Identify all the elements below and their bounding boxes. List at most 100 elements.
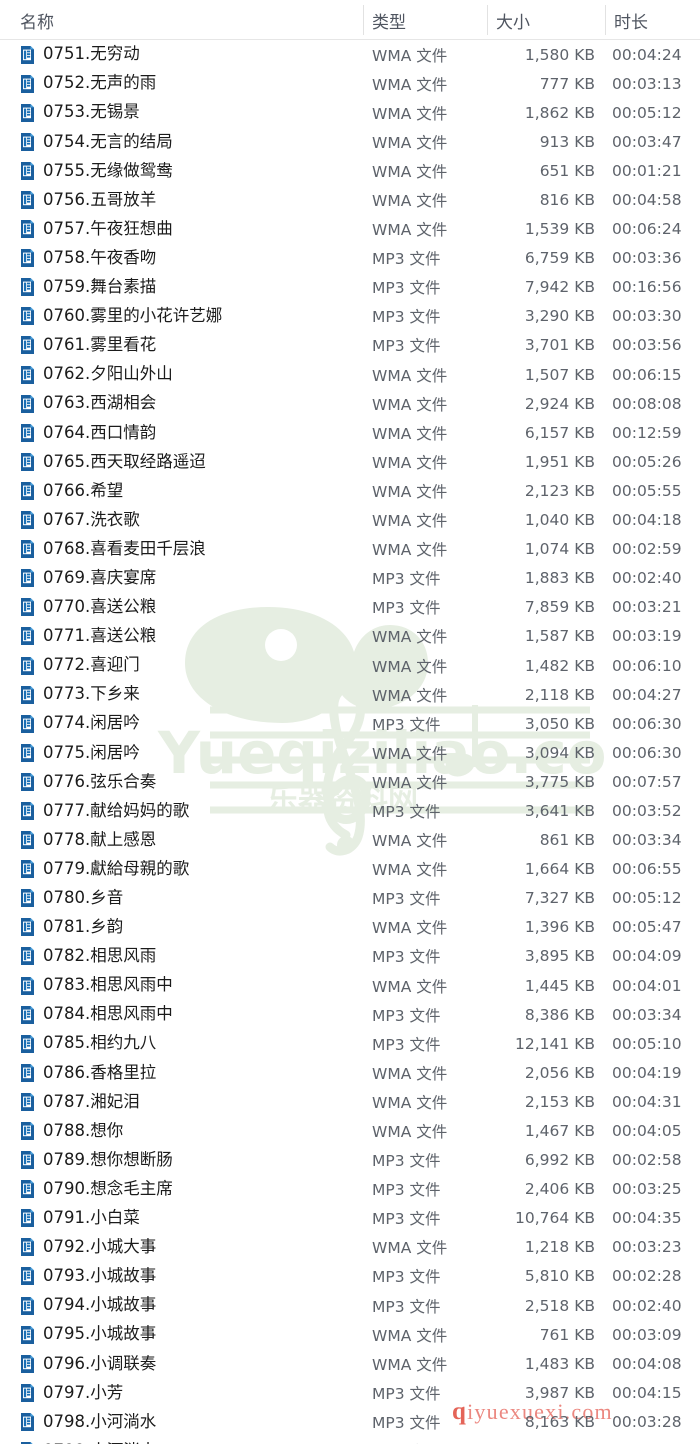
file-name-cell[interactable]: 0767.洗衣歌 bbox=[20, 506, 140, 535]
file-name-cell[interactable]: 0763.西湖相会 bbox=[20, 389, 156, 418]
table-row[interactable]: 0755.无缘做鸳鸯 WMA 文件 651 KB 00:01:21 bbox=[0, 156, 700, 185]
table-row[interactable]: 0751.无穷动 WMA 文件 1,580 KB 00:04:24 bbox=[0, 40, 700, 69]
table-row[interactable]: 0794.小城故事 MP3 文件 2,518 KB 00:02:40 bbox=[0, 1291, 700, 1320]
file-name-cell[interactable]: 0783.相思风雨中 bbox=[20, 971, 173, 1000]
table-row[interactable]: 0777.献给妈妈的歌 MP3 文件 3,641 KB 00:03:52 bbox=[0, 796, 700, 825]
table-row[interactable]: 0765.西天取经路遥迢 WMA 文件 1,951 KB 00:05:26 bbox=[0, 447, 700, 476]
table-row[interactable]: 0778.献上感恩 WMA 文件 861 KB 00:03:34 bbox=[0, 826, 700, 855]
file-name-cell[interactable]: 0795.小城故事 bbox=[20, 1320, 156, 1349]
column-header-type[interactable]: 类型 bbox=[372, 8, 406, 33]
table-row[interactable]: 0799.小河淌水 MP3 文件4,831 KB 00:04:40 bbox=[0, 1437, 700, 1444]
table-row[interactable]: 0754.无言的结局 WMA 文件 913 KB 00:03:47 bbox=[0, 127, 700, 156]
table-row[interactable]: 0792.小城大事 WMA 文件 1,218 KB 00:03:23 bbox=[0, 1233, 700, 1262]
table-row[interactable]: 0780.乡音 MP3 文件 7,327 KB 00:05:12 bbox=[0, 884, 700, 913]
file-name-cell[interactable]: 0774.闲居吟 bbox=[20, 709, 140, 738]
file-name-cell[interactable]: 0792.小城大事 bbox=[20, 1233, 156, 1262]
column-header-size[interactable]: 大小 bbox=[496, 8, 530, 33]
file-name-cell[interactable]: 0780.乡音 bbox=[20, 884, 123, 913]
file-name-cell[interactable]: 0793.小城故事 bbox=[20, 1262, 156, 1291]
table-row[interactable]: 0759.舞台素描 MP3 文件 7,942 KB 00:16:56 bbox=[0, 273, 700, 302]
file-name-cell[interactable]: 0799.小河淌水 bbox=[20, 1437, 156, 1444]
file-name-cell[interactable]: 0794.小城故事 bbox=[20, 1291, 156, 1320]
file-name-cell[interactable]: 0773.下乡来 bbox=[20, 680, 140, 709]
table-row[interactable]: 0752.无声的雨 WMA 文件 777 KB 00:03:13 bbox=[0, 69, 700, 98]
table-row[interactable]: 0795.小城故事 WMA 文件 761 KB 00:03:09 bbox=[0, 1320, 700, 1349]
table-row[interactable]: 0779.獻給母親的歌 WMA 文件 1,664 KB 00:06:55 bbox=[0, 855, 700, 884]
file-name-cell[interactable]: 0784.相思风雨中 bbox=[20, 1000, 173, 1029]
table-row[interactable]: 0784.相思风雨中 MP3 文件 8,386 KB 00:03:34 bbox=[0, 1000, 700, 1029]
table-row[interactable]: 0763.西湖相会 WMA 文件 2,924 KB 00:08:08 bbox=[0, 389, 700, 418]
file-name-cell[interactable]: 0753.无锡景 bbox=[20, 98, 140, 127]
table-row[interactable]: 0768.喜看麦田千层浪 WMA 文件 1,074 KB 00:02:59 bbox=[0, 535, 700, 564]
file-name-cell[interactable]: 0772.喜迎门 bbox=[20, 651, 140, 680]
file-name-cell[interactable]: 0759.舞台素描 bbox=[20, 273, 156, 302]
table-row[interactable]: 0787.湘妃泪 WMA 文件 2,153 KB 00:04:31 bbox=[0, 1087, 700, 1116]
table-row[interactable]: 0796.小调联奏 WMA 文件 1,483 KB 00:04:08 bbox=[0, 1349, 700, 1378]
file-name-cell[interactable]: 0782.相思风雨 bbox=[20, 942, 156, 971]
file-name-cell[interactable]: 0779.獻給母親的歌 bbox=[20, 855, 189, 884]
table-row[interactable]: 0776.弦乐合奏 WMA 文件 3,775 KB 00:07:57 bbox=[0, 767, 700, 796]
file-name-cell[interactable]: 0790.想念毛主席 bbox=[20, 1175, 173, 1204]
table-row[interactable]: 0758.午夜香吻 MP3 文件 6,759 KB 00:03:36 bbox=[0, 244, 700, 273]
file-name-cell[interactable]: 0787.湘妃泪 bbox=[20, 1087, 140, 1116]
file-name-cell[interactable]: 0776.弦乐合奏 bbox=[20, 767, 156, 796]
file-name-cell[interactable]: 0752.无声的雨 bbox=[20, 69, 156, 98]
table-row[interactable]: 0797.小芳 MP3 文件 3,987 KB 00:04:15 bbox=[0, 1378, 700, 1407]
file-name-cell[interactable]: 0786.香格里拉 bbox=[20, 1058, 156, 1087]
table-row[interactable]: 0766.希望 WMA 文件 2,123 KB 00:05:55 bbox=[0, 476, 700, 505]
table-row[interactable]: 0786.香格里拉 WMA 文件 2,056 KB 00:04:19 bbox=[0, 1058, 700, 1087]
file-name-cell[interactable]: 0791.小白菜 bbox=[20, 1204, 140, 1233]
column-header-name[interactable]: 名称 bbox=[20, 8, 54, 33]
table-row[interactable]: 0782.相思风雨 MP3 文件 3,895 KB 00:04:09 bbox=[0, 942, 700, 971]
file-name-cell[interactable]: 0789.想你想断肠 bbox=[20, 1146, 173, 1175]
table-row[interactable]: 0773.下乡来 WMA 文件 2,118 KB 00:04:27 bbox=[0, 680, 700, 709]
table-row[interactable]: 0767.洗衣歌 WMA 文件 1,040 KB 00:04:18 bbox=[0, 506, 700, 535]
column-divider-duration[interactable] bbox=[605, 5, 606, 35]
file-name-cell[interactable]: 0762.夕阳山外山 bbox=[20, 360, 173, 389]
table-row[interactable]: 0781.乡韵 WMA 文件 1,396 KB 00:05:47 bbox=[0, 913, 700, 942]
file-name-cell[interactable]: 0797.小芳 bbox=[20, 1378, 123, 1407]
table-row[interactable]: 0791.小白菜 MP3 文件 10,764 KB 00:04:35 bbox=[0, 1204, 700, 1233]
column-divider-type[interactable] bbox=[363, 5, 364, 35]
file-name-cell[interactable]: 0775.闲居吟 bbox=[20, 738, 140, 767]
file-name-cell[interactable]: 0785.相约九八 bbox=[20, 1029, 156, 1058]
table-row[interactable]: 0775.闲居吟 WMA 文件 3,094 KB 00:06:30 bbox=[0, 738, 700, 767]
file-name-cell[interactable]: 0798.小河淌水 bbox=[20, 1407, 156, 1436]
file-name-cell[interactable]: 0751.无穷动 bbox=[20, 40, 140, 69]
file-name-cell[interactable]: 0771.喜送公粮 bbox=[20, 622, 156, 651]
table-row[interactable]: 0761.雾里看花 MP3 文件 3,701 KB 00:03:56 bbox=[0, 331, 700, 360]
table-row[interactable]: 0793.小城故事 MP3 文件 5,810 KB 00:02:28 bbox=[0, 1262, 700, 1291]
file-name-cell[interactable]: 0764.西口情韵 bbox=[20, 418, 156, 447]
file-name-cell[interactable]: 0796.小调联奏 bbox=[20, 1349, 156, 1378]
file-name-cell[interactable]: 0788.想你 bbox=[20, 1116, 123, 1145]
file-name-cell[interactable]: 0756.五哥放羊 bbox=[20, 185, 156, 214]
table-row[interactable]: 0762.夕阳山外山 WMA 文件 1,507 KB 00:06:15 bbox=[0, 360, 700, 389]
table-row[interactable]: 0790.想念毛主席 MP3 文件 2,406 KB 00:03:25 bbox=[0, 1175, 700, 1204]
table-row[interactable]: 0774.闲居吟 MP3 文件 3,050 KB 00:06:30 bbox=[0, 709, 700, 738]
table-row[interactable]: 0756.五哥放羊 WMA 文件 816 KB 00:04:58 bbox=[0, 185, 700, 214]
table-row[interactable]: 0788.想你 WMA 文件 1,467 KB 00:04:05 bbox=[0, 1116, 700, 1145]
file-name-cell[interactable]: 0754.无言的结局 bbox=[20, 127, 173, 156]
table-row[interactable]: 0764.西口情韵 WMA 文件 6,157 KB 00:12:59 bbox=[0, 418, 700, 447]
table-row[interactable]: 0771.喜送公粮 WMA 文件 1,587 KB 00:03:19 bbox=[0, 622, 700, 651]
file-name-cell[interactable]: 0755.无缘做鸳鸯 bbox=[20, 156, 173, 185]
table-row[interactable]: 0783.相思风雨中 WMA 文件 1,445 KB 00:04:01 bbox=[0, 971, 700, 1000]
table-row[interactable]: 0769.喜庆宴席 MP3 文件 1,883 KB 00:02:40 bbox=[0, 564, 700, 593]
file-name-cell[interactable]: 0781.乡韵 bbox=[20, 913, 123, 942]
file-name-cell[interactable]: 0778.献上感恩 bbox=[20, 826, 156, 855]
file-name-cell[interactable]: 0757.午夜狂想曲 bbox=[20, 215, 173, 244]
file-name-cell[interactable]: 0766.希望 bbox=[20, 476, 123, 505]
table-row[interactable]: 0789.想你想断肠 MP3 文件 6,992 KB 00:02:58 bbox=[0, 1146, 700, 1175]
file-name-cell[interactable]: 0770.喜送公粮 bbox=[20, 593, 156, 622]
file-name-cell[interactable]: 0765.西天取经路遥迢 bbox=[20, 447, 206, 476]
table-row[interactable]: 0772.喜迎门 WMA 文件 1,482 KB 00:06:10 bbox=[0, 651, 700, 680]
table-row[interactable]: 0785.相约九八 MP3 文件 12,141 KB 00:05:10 bbox=[0, 1029, 700, 1058]
table-row[interactable]: 0798.小河淌水 MP3 文件 8,163 KB 00:03:28 bbox=[0, 1407, 700, 1436]
table-row[interactable]: 0753.无锡景 WMA 文件 1,862 KB 00:05:12 bbox=[0, 98, 700, 127]
file-name-cell[interactable]: 0777.献给妈妈的歌 bbox=[20, 796, 189, 825]
table-row[interactable]: 0760.雾里的小花许艺娜 MP3 文件 3,290 KB 00:03:30 bbox=[0, 302, 700, 331]
file-name-cell[interactable]: 0758.午夜香吻 bbox=[20, 244, 156, 273]
file-name-cell[interactable]: 0761.雾里看花 bbox=[20, 331, 156, 360]
table-row[interactable]: 0770.喜送公粮 MP3 文件 7,859 KB 00:03:21 bbox=[0, 593, 700, 622]
file-name-cell[interactable]: 0760.雾里的小花许艺娜 bbox=[20, 302, 222, 331]
